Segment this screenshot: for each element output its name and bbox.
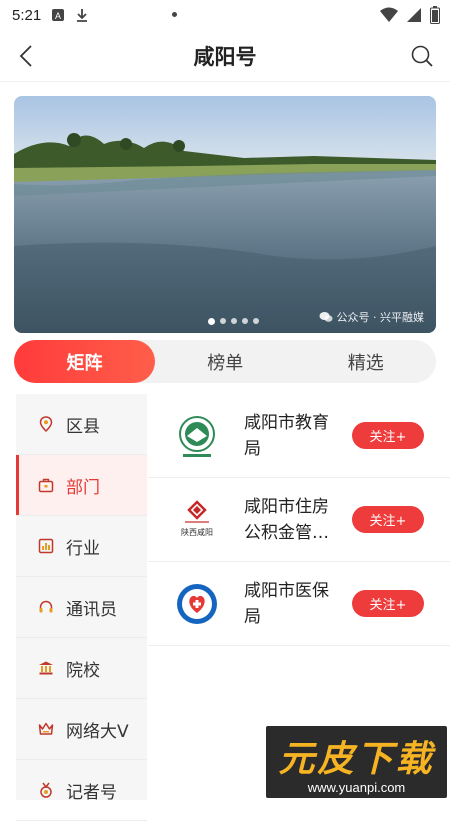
briefcase-icon	[38, 477, 54, 493]
search-button[interactable]	[408, 42, 436, 70]
back-button[interactable]	[12, 42, 40, 70]
follow-button[interactable]: 关注+	[352, 422, 424, 449]
sidebar-item-department[interactable]: 部门	[16, 455, 147, 516]
logo-text: 陕西咸阳	[181, 527, 213, 537]
institution-icon	[38, 660, 54, 676]
chevron-left-icon	[19, 45, 32, 67]
sidebar-item-label: 院校	[66, 660, 100, 681]
watermark-url: www.yuanpi.com	[307, 779, 406, 795]
carousel-dots	[208, 318, 259, 325]
location-pin-icon	[38, 416, 54, 432]
app-header: 咸阳号	[0, 30, 450, 82]
carousel-dot[interactable]	[208, 318, 215, 325]
tab-ranking[interactable]: 榜单	[155, 340, 296, 383]
sidebar-item-label: 部门	[66, 477, 100, 498]
sidebar-item-label: 记者号	[66, 782, 117, 803]
banner-caption: 公众号 · 兴平融媒	[319, 309, 425, 325]
carousel-dot[interactable]	[220, 318, 226, 324]
status-bar: 5:21 A	[0, 0, 450, 30]
sidebar-item-correspondent[interactable]: 通讯员	[16, 577, 147, 638]
list-item[interactable]: 陕西咸阳 咸阳市住房公积金管… 关注+	[148, 478, 450, 562]
carousel-dot[interactable]	[231, 318, 237, 324]
wechat-icon	[319, 311, 333, 323]
category-sidebar: 区县 部门 行业 通讯员 院校 网络大V 记者号	[16, 394, 147, 821]
crown-icon	[38, 721, 54, 737]
watermark-title: 元皮下载	[278, 738, 435, 780]
department-name: 咸阳市教育局	[244, 412, 329, 459]
headset-icon	[38, 599, 54, 615]
status-time: 5:21	[12, 6, 42, 24]
wifi-icon	[380, 7, 398, 27]
sidebar-item-influencer[interactable]: 网络大V	[16, 699, 147, 760]
sidebar-item-industry[interactable]: 行业	[16, 516, 147, 577]
watermark-logo: 元皮下载 www.yuanpi.com	[266, 726, 447, 798]
signal-icon	[406, 7, 422, 27]
sidebar-item-college[interactable]: 院校	[16, 638, 147, 699]
list-item[interactable]: 咸阳市教育局 关注+	[148, 394, 450, 478]
sidebar-item-label: 行业	[66, 538, 100, 559]
medical-insurance-logo	[172, 579, 222, 629]
search-icon	[411, 45, 433, 67]
notification-dot	[172, 12, 177, 17]
follow-button[interactable]: 关注+	[352, 590, 424, 617]
sidebar-item-label: 区县	[66, 416, 100, 437]
download-icon	[75, 8, 89, 22]
bar-chart-icon	[38, 538, 54, 554]
sidebar-item-label: 通讯员	[66, 599, 117, 620]
battery-icon	[430, 6, 440, 28]
banner-image	[14, 96, 436, 333]
education-bureau-logo	[172, 411, 222, 461]
tab-matrix[interactable]: 矩阵	[14, 340, 155, 383]
department-list: 咸阳市教育局 关注+ 陕西咸阳 咸阳市住房公积金管… 关注+ 咸阳市医保局 关注…	[148, 394, 450, 646]
banner-carousel[interactable]: 公众号 · 兴平融媒	[14, 96, 436, 333]
tab-bar: 矩阵 榜单 精选	[14, 340, 436, 383]
svg-text:A: A	[55, 11, 61, 21]
follow-button[interactable]: 关注+	[352, 506, 424, 533]
carousel-dot[interactable]	[242, 318, 248, 324]
housing-fund-logo: 陕西咸阳	[172, 495, 222, 545]
department-name: 咸阳市医保局	[244, 580, 329, 627]
page-title: 咸阳号	[193, 44, 257, 69]
list-item[interactable]: 咸阳市医保局 关注+	[148, 562, 450, 646]
app-notification-icon: A	[51, 8, 65, 22]
sidebar-item-reporter[interactable]: 记者号	[16, 760, 147, 821]
carousel-dot[interactable]	[253, 318, 259, 324]
banner-caption-text: 公众号 · 兴平融媒	[336, 311, 425, 324]
department-name: 咸阳市住房公积金管…	[244, 496, 329, 543]
tab-featured[interactable]: 精选	[296, 340, 437, 383]
medal-icon	[38, 782, 54, 798]
sidebar-item-label: 网络大V	[66, 721, 129, 742]
sidebar-item-county[interactable]: 区县	[16, 394, 147, 455]
